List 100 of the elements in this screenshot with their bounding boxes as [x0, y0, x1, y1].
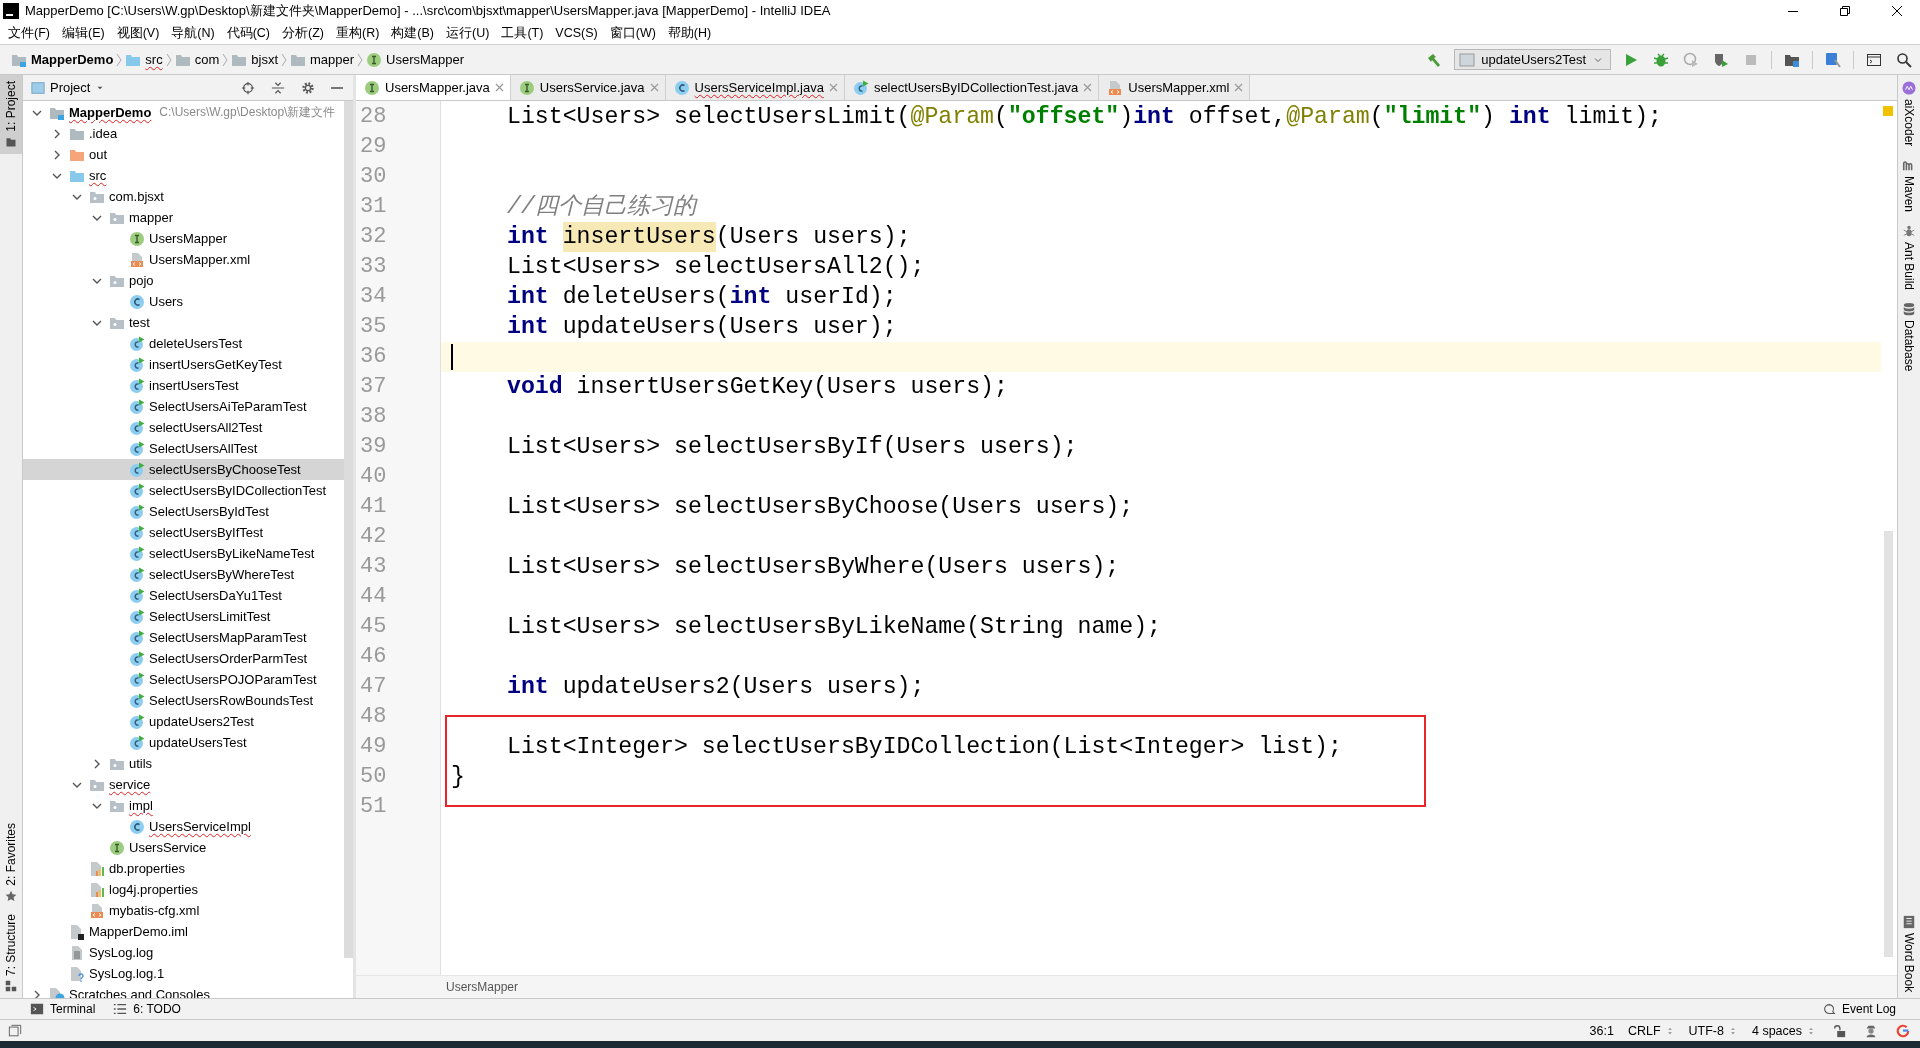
breadcrumb-item[interactable]: UsersMapper — [363, 51, 468, 68]
breadcrumb-separator-icon — [357, 52, 364, 67]
encoding-selector[interactable]: UTF-8 — [1688, 1023, 1738, 1038]
tool-window-button[interactable]: Terminal — [30, 1002, 96, 1016]
tree-item[interactable]: SelectUsersByIdTest — [23, 501, 344, 522]
tree-item[interactable]: selectUsersByLikeNameTest — [23, 543, 344, 564]
breadcrumb-item[interactable]: bjsxt — [228, 51, 281, 68]
breadcrumb-item[interactable]: src — [122, 51, 166, 68]
tree-item[interactable]: SelectUsersDaYu1Test — [23, 585, 344, 606]
line-separator-selector[interactable]: CRLF — [1627, 1023, 1675, 1038]
breadcrumb-item[interactable]: com — [171, 51, 223, 68]
tree-item[interactable]: mybatis-cfg.xml — [23, 900, 344, 921]
event-log-button[interactable]: Event Log — [1822, 1002, 1896, 1016]
caret-position[interactable]: 36:1 — [1589, 1023, 1614, 1038]
tree-item[interactable]: SelectUsersOrderParmTest — [23, 648, 344, 669]
tree-item[interactable]: pojo — [23, 270, 344, 291]
tree-item[interactable]: insertUsersTest — [23, 375, 344, 396]
tree-item[interactable]: deleteUsersTest — [23, 333, 344, 354]
tree-item[interactable]: service — [23, 774, 344, 795]
tree-item[interactable]: SelectUsersMapParamTest — [23, 627, 344, 648]
tree-item[interactable]: db.properties — [23, 858, 344, 879]
tool-window-button[interactable]: Word Book — [1898, 908, 1920, 998]
editor-tab[interactable]: UsersServiceImpl.java — [665, 75, 845, 100]
menu-item[interactable]: 帮助(H) — [661, 24, 718, 42]
editor-tab[interactable]: UsersMapper.java — [356, 75, 511, 100]
tree-item[interactable]: Users — [23, 291, 344, 312]
tool-window-button[interactable]: Ant Build — [1898, 218, 1920, 297]
tree-item[interactable]: SelectUsersRowBoundsTest — [23, 690, 344, 711]
tree-item[interactable]: selectUsersByChooseTest — [23, 459, 344, 480]
menu-item[interactable]: 窗口(W) — [603, 24, 662, 42]
tree-item[interactable]: selectUsersAll2Test — [23, 417, 344, 438]
breadcrumb-item[interactable]: mapper — [287, 51, 358, 68]
tree-item[interactable]: mapper — [23, 207, 344, 228]
tool-window-button[interactable]: Maven — [1898, 152, 1920, 219]
editor-breadcrumb[interactable]: UsersMapper — [446, 980, 519, 994]
test-class-icon — [129, 356, 145, 373]
menu-item[interactable]: 重构(R) — [330, 24, 386, 42]
menu-item[interactable]: 视图(V) — [110, 24, 166, 42]
menu-item[interactable]: 文件(F) — [2, 24, 56, 42]
tool-window-button[interactable]: aiXcoder — [1898, 75, 1920, 153]
chevron-right-icon[interactable] — [92, 758, 102, 769]
scrollbar-thumb[interactable] — [1884, 531, 1893, 957]
breadcrumb-item[interactable]: MapperDemo — [8, 51, 117, 68]
run-configuration-dropdown[interactable]: updateUsers2Test — [1454, 49, 1611, 70]
chevron-right-icon[interactable] — [52, 149, 62, 160]
tree-item[interactable]: SysLog.log — [23, 942, 344, 963]
menu-item[interactable]: 分析(Z) — [276, 24, 330, 42]
indent-selector[interactable]: 4 spaces — [1751, 1023, 1816, 1038]
tree-item[interactable]: UsersMapper — [23, 228, 344, 249]
coverage-icon — [1683, 51, 1699, 68]
tree-item[interactable]: SelectUsersPOJOParamTest — [23, 669, 344, 690]
menu-item[interactable]: 编辑(E) — [55, 24, 111, 42]
menu-item[interactable]: VCS(S) — [549, 26, 604, 40]
chevron-right-icon[interactable] — [52, 128, 62, 139]
tree-item[interactable]: SelectUsersAiTeParamTest — [23, 396, 344, 417]
module-file-icon — [69, 923, 85, 940]
tree-item[interactable]: insertUsersGetKeyTest — [23, 354, 344, 375]
tool-window-button[interactable]: 1: Project — [0, 75, 22, 154]
close-icon[interactable] — [494, 83, 504, 92]
tree-item[interactable]: SelectUsersAllTest — [23, 438, 344, 459]
tree-item[interactable]: updateUsers2Test — [23, 711, 344, 732]
menu-item[interactable]: 构建(B) — [385, 24, 441, 42]
menu-item[interactable]: 代码(C) — [220, 24, 277, 42]
menu-item[interactable]: 运行(U) — [440, 24, 496, 42]
tree-item[interactable]: MapperDemo.iml — [23, 921, 344, 942]
tool-window-button[interactable]: 6: TODO — [113, 1002, 181, 1016]
tool-window-button[interactable]: Database — [1898, 296, 1920, 378]
tree-item[interactable]: .idea — [23, 123, 344, 144]
window-icon — [31, 80, 45, 95]
tree-item[interactable]: com.bjsxt — [23, 186, 344, 207]
menu-item[interactable]: 导航(N) — [165, 24, 221, 42]
tree-item[interactable]: test — [23, 312, 344, 333]
scrollbar-thumb[interactable] — [344, 101, 353, 958]
line-number: 40 — [359, 463, 388, 491]
hide-button[interactable] — [329, 84, 345, 91]
menu-item[interactable]: 工具(T) — [495, 24, 550, 42]
tree-item[interactable]: selectUsersByIDCollectionTest — [23, 480, 344, 501]
editor-tab[interactable]: selectUsersByIDCollectionTest.java — [844, 75, 1100, 100]
minimize-icon — [1788, 10, 1798, 12]
tree-item[interactable]: MapperDemo C:\Users\W.gp\Desktop\新建文件 — [23, 102, 344, 123]
tree-item[interactable]: UsersServiceImpl — [23, 816, 344, 837]
tree-item[interactable]: SelectUsersLimitTest — [23, 606, 344, 627]
tree-item[interactable]: selectUsersByWhereTest — [23, 564, 344, 585]
tool-window-button[interactable]: 2: Favorites — [0, 817, 22, 908]
tree-item[interactable]: updateUsersTest — [23, 732, 344, 753]
tree-item[interactable]: UsersMapper.xml — [23, 249, 344, 270]
editor-tab[interactable]: UsersMapper.xml — [1099, 75, 1251, 100]
tree-item[interactable]: UsersService — [23, 837, 344, 858]
tree-item[interactable]: src — [23, 165, 344, 186]
tool-window-button[interactable]: 7: Structure — [0, 907, 22, 998]
tree-item[interactable]: SysLog.log.1 — [23, 963, 344, 984]
tree-item[interactable]: utils — [23, 753, 344, 774]
editor-tab[interactable]: UsersService.java — [510, 75, 666, 100]
tree-item[interactable]: selectUsersByIfTest — [23, 522, 344, 543]
breadcrumb-separator-icon — [222, 52, 229, 67]
tree-item[interactable]: out — [23, 144, 344, 165]
tree-item[interactable]: log4j.properties — [23, 879, 344, 900]
tree-item[interactable]: impl — [23, 795, 344, 816]
project-view-dropdown[interactable]: Project — [31, 80, 106, 95]
panel-toggle-icon — [8, 1023, 22, 1038]
